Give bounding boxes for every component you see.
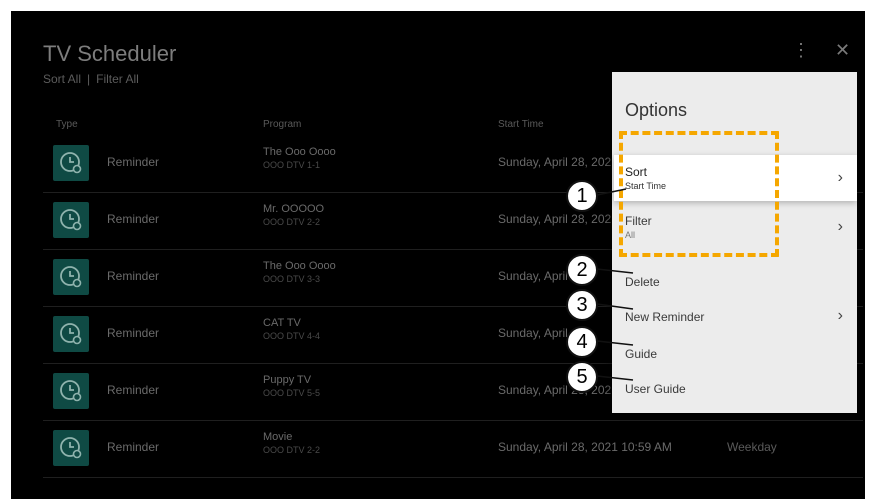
callout-badge-3: 3 [566,289,598,321]
callout-pointer-5 [596,375,634,381]
callout-pointer-3 [596,303,634,310]
callout-pointers [596,188,634,381]
callout-pointer-2 [596,268,634,274]
callout-badge-4: 4 [566,326,598,358]
callout-badge-5: 5 [566,361,598,393]
callout-pointer-1 [596,188,627,196]
tv-screen: TV Scheduler Sort All | Filter All ⋮ ✕ Typ… [11,11,865,499]
callout-pointer-4 [596,340,634,346]
callout-badge-1: 1 [566,180,598,212]
callout-badge-2: 2 [566,254,598,286]
